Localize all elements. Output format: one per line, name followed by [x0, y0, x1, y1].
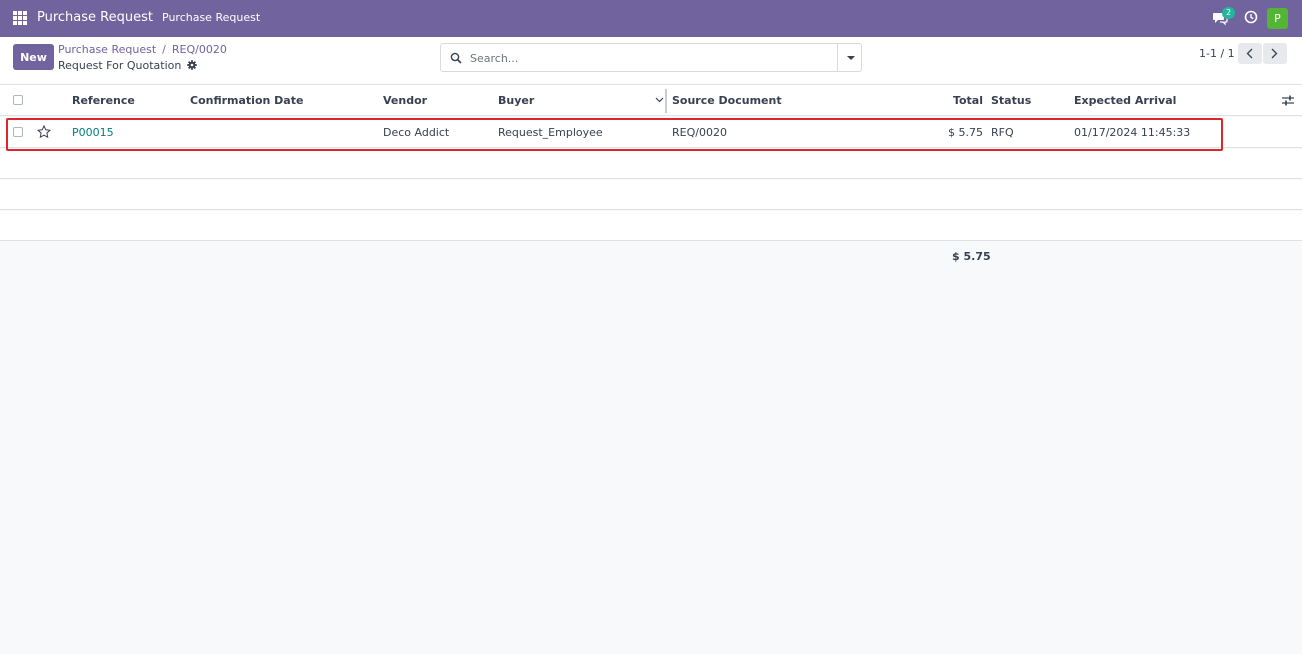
- column-header-status[interactable]: Status: [991, 85, 1031, 115]
- nav-menu-purchase-request[interactable]: Purchase Request: [162, 11, 260, 24]
- column-header-expected-arrival[interactable]: Expected Arrival: [1074, 85, 1176, 115]
- pager-value[interactable]: 1-1 / 1: [1199, 47, 1235, 60]
- chevron-left-icon: [1246, 48, 1253, 59]
- column-header-vendor[interactable]: Vendor: [383, 85, 427, 115]
- row-expected-arrival: 01/17/2024 11:45:33: [1074, 125, 1191, 139]
- table-header: Reference Confirmation Date Vendor Buyer…: [0, 85, 1302, 116]
- column-resize-handle[interactable]: [665, 89, 667, 113]
- empty-row: [0, 149, 1302, 179]
- chat-count-badge: 2: [1222, 7, 1235, 19]
- column-header-confirmation-date[interactable]: Confirmation Date: [190, 85, 303, 115]
- control-panel: New Purchase Request / REQ/0020 Request Fo…: [0, 37, 1302, 85]
- breadcrumb: Purchase Request / REQ/0020: [58, 43, 227, 56]
- chevron-down-icon[interactable]: [655, 97, 664, 103]
- column-header-reference[interactable]: Reference: [72, 85, 135, 115]
- column-header-source-document[interactable]: Source Document: [672, 85, 782, 115]
- column-header-total[interactable]: Total: [900, 85, 983, 115]
- row-buyer: Request_Employee: [498, 125, 603, 139]
- gear-icon[interactable]: [187, 60, 198, 70]
- search-icon: [450, 52, 462, 64]
- user-avatar[interactable]: P: [1267, 8, 1288, 29]
- app-title[interactable]: Purchase Request: [37, 10, 153, 25]
- row-vendor: Deco Addict: [383, 125, 450, 139]
- footer-total: $ 5.75: [952, 250, 991, 263]
- column-header-buyer[interactable]: Buyer: [498, 85, 534, 115]
- pager-next-button[interactable]: [1263, 43, 1287, 64]
- page-title: Request For Quotation: [58, 59, 198, 72]
- new-button[interactable]: New: [13, 44, 54, 70]
- row-checkbox[interactable]: [13, 127, 23, 137]
- empty-row: [0, 211, 1302, 241]
- row-source-document: REQ/0020: [672, 125, 727, 139]
- top-navbar: Purchase Request Purchase Request 2 P: [0, 0, 1302, 37]
- row-total: $ 5.75: [948, 125, 983, 139]
- breadcrumb-current[interactable]: REQ/0020: [172, 43, 227, 56]
- clock-icon[interactable]: [1244, 10, 1258, 24]
- optional-columns-icon[interactable]: [1282, 95, 1294, 106]
- apps-menu-icon[interactable]: [13, 11, 27, 25]
- select-all-checkbox[interactable]: [13, 95, 23, 105]
- row-status: RFQ: [991, 125, 1014, 139]
- search-input[interactable]: [470, 49, 830, 67]
- star-icon[interactable]: [37, 125, 51, 139]
- pager-previous-button[interactable]: [1238, 43, 1262, 64]
- empty-row: [0, 180, 1302, 210]
- breadcrumb-separator: /: [162, 43, 166, 56]
- row-reference[interactable]: P00015: [72, 117, 114, 147]
- search-options-toggle[interactable]: [837, 44, 861, 71]
- page-title-text: Request For Quotation: [58, 59, 182, 72]
- chevron-right-icon: [1271, 48, 1278, 59]
- table-row[interactable]: P00015 Deco Addict Request_Employee REQ/…: [0, 117, 1302, 148]
- search-bar: [440, 43, 862, 72]
- breadcrumb-root[interactable]: Purchase Request: [58, 43, 156, 56]
